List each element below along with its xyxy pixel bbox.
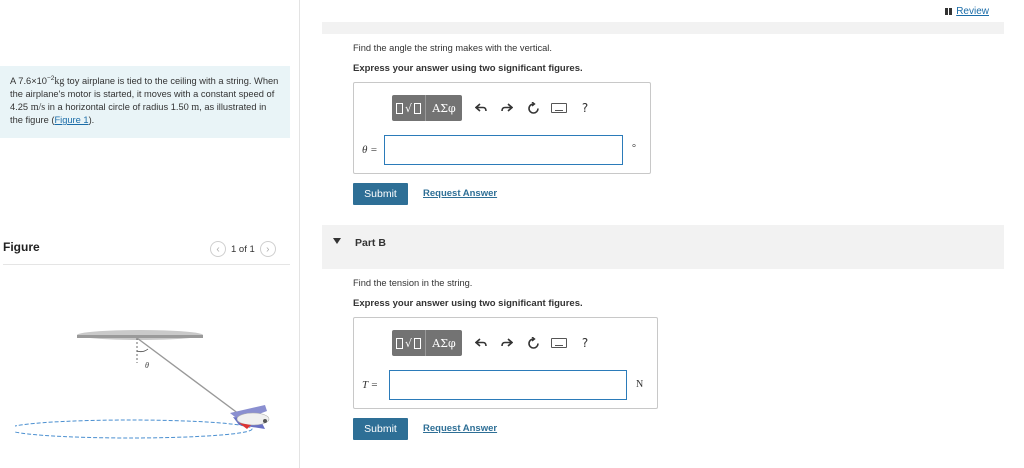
part-b-template-group: √ ΑΣφ	[392, 330, 462, 356]
degree-unit: °	[632, 143, 636, 154]
redo-icon[interactable]	[496, 330, 518, 356]
part-b-request-answer-link[interactable]: Request Answer	[423, 423, 497, 434]
undo-icon[interactable]	[470, 95, 492, 121]
keyboard-icon[interactable]	[548, 330, 570, 356]
mass-unit: kg	[54, 76, 65, 87]
part-a-header-bar	[322, 22, 1004, 34]
part-b-submit-button[interactable]: Submit	[353, 418, 408, 440]
left-panel: A 7.6×10−2kg toy airplane is tied to the…	[0, 0, 300, 468]
part-a-answer-box: √ ΑΣφ ? θ = °	[353, 82, 651, 174]
airplane-figure: θ	[15, 330, 270, 439]
part-b-answer-box: √ ΑΣφ ? T = N	[353, 317, 658, 409]
part-a-template-group: √ ΑΣφ	[392, 95, 462, 121]
fraction-root-icon[interactable]: √	[392, 95, 426, 121]
circular-path	[15, 419, 253, 439]
problem-text-a: A 7.6×10	[10, 76, 47, 86]
theta-answer-input[interactable]	[384, 135, 623, 165]
review-link[interactable]: Review	[945, 6, 989, 17]
part-a-submit-button[interactable]: Submit	[353, 183, 408, 205]
newton-unit: N	[636, 379, 644, 390]
chevron-right-icon[interactable]: ›	[259, 241, 276, 257]
pager-text: 1 of 1	[231, 243, 255, 255]
speed-unit: m/s	[30, 102, 46, 113]
figure-title: Figure	[3, 240, 40, 254]
problem-statement: A 7.6×10−2kg toy airplane is tied to the…	[0, 66, 290, 138]
undo-icon[interactable]	[470, 330, 492, 356]
collapse-arrow-icon[interactable]	[333, 238, 341, 244]
part-b-title[interactable]: Part B	[355, 237, 386, 249]
angle-arc	[136, 348, 149, 353]
part-b-header-bar[interactable]	[322, 225, 1004, 269]
keyboard-icon[interactable]	[548, 95, 570, 121]
string	[136, 337, 244, 418]
ceiling-edge	[77, 335, 203, 338]
figure-link[interactable]: Figure 1	[54, 115, 88, 125]
part-a-question: Find the angle the string makes with the…	[353, 43, 552, 53]
fraction-root-icon[interactable]: √	[392, 330, 426, 356]
tension-label: T =	[362, 379, 379, 391]
review-icon	[945, 8, 953, 15]
help-icon[interactable]: ?	[574, 95, 596, 121]
redo-icon[interactable]	[496, 95, 518, 121]
problem-text-e: ).	[88, 115, 95, 125]
part-a-request-answer-link[interactable]: Request Answer	[423, 188, 497, 199]
theta-label: θ =	[362, 144, 378, 156]
chevron-left-icon[interactable]: ‹	[210, 241, 226, 257]
greek-letters-icon[interactable]: ΑΣφ	[426, 95, 462, 121]
radius-unit: m	[191, 102, 200, 113]
greek-letters-icon[interactable]: ΑΣφ	[426, 330, 462, 356]
tension-answer-input[interactable]	[389, 370, 627, 400]
part-b-question: Find the tension in the string.	[353, 278, 473, 288]
figure-pager: ‹ 1 of 1 ›	[210, 241, 276, 257]
airplane	[230, 405, 270, 429]
angle-label: θ	[145, 361, 149, 370]
help-icon[interactable]: ?	[574, 330, 596, 356]
reset-icon[interactable]	[522, 330, 544, 356]
reset-icon[interactable]	[522, 95, 544, 121]
part-a-toolbar: √ ΑΣφ ?	[392, 95, 596, 121]
part-b-toolbar: √ ΑΣφ ?	[392, 330, 596, 356]
figure-divider	[3, 264, 290, 265]
part-b-instruction: Express your answer using two significan…	[353, 298, 583, 309]
part-a-instruction: Express your answer using two significan…	[353, 63, 583, 74]
review-label: Review	[956, 6, 989, 17]
problem-text-c: in a horizontal circle of radius 1.50	[45, 102, 192, 112]
